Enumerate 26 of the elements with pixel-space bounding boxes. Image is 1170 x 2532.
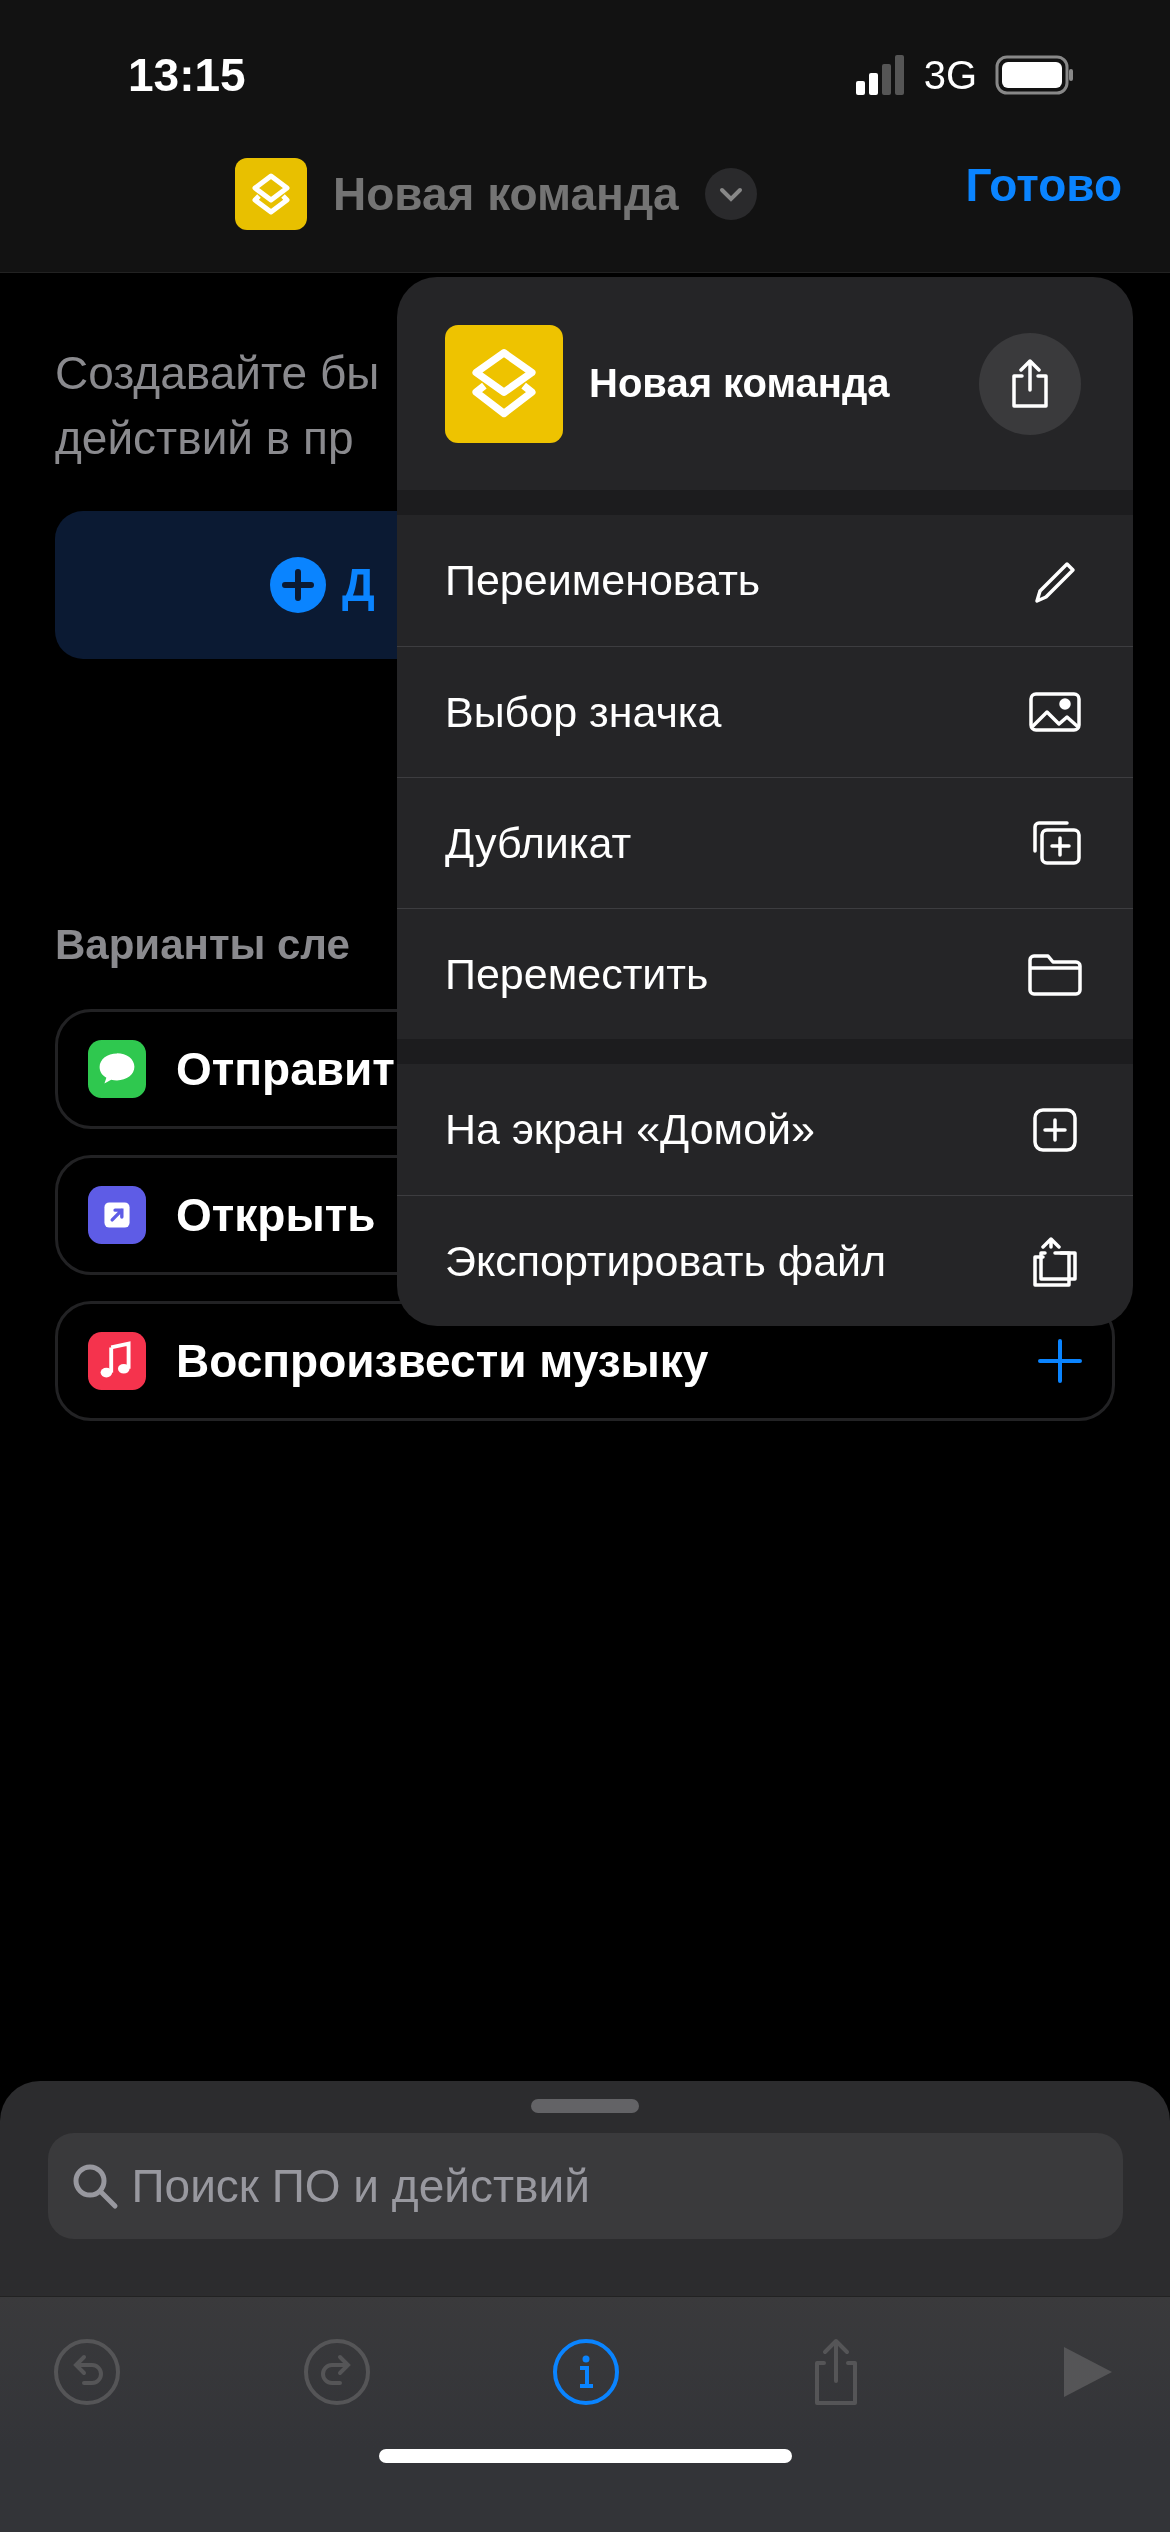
description-text: Создавайте бы [55,346,380,401]
done-button[interactable]: Готово [965,158,1122,212]
sheet-handle[interactable] [531,2099,639,2113]
network-label: 3G [923,52,977,98]
info-icon[interactable] [551,2337,621,2407]
nav-title[interactable]: Новая команда [333,166,679,221]
shortcuts-app-icon [445,324,563,443]
section-header: Варианты сле [55,921,350,969]
plus-circle-icon [270,557,326,613]
menu-item[interactable]: Дубликат [397,777,1133,908]
signal-icon [855,55,906,95]
menu-item[interactable]: Выбор значка [397,646,1133,777]
suggestion-label: Отправит [176,1042,395,1096]
menu-item[interactable]: Экспортировать файл [397,1195,1133,1326]
chevron-down-icon[interactable] [704,167,757,220]
menu-item[interactable]: Переименовать [397,515,1133,646]
suggestion-label: Воспроизвести музыку [176,1334,709,1388]
description-text: действий в пр [55,411,354,466]
plus-icon[interactable] [1038,1339,1082,1383]
battery-icon [995,55,1075,95]
search-field[interactable]: Поиск ПО и действий [47,2133,1123,2239]
menu-title: Новая команда [589,361,890,406]
shortcuts-app-icon[interactable] [235,157,307,230]
menu-item[interactable]: На экран «Домой» [397,1064,1133,1195]
suggestion-label: Открыть [176,1188,376,1242]
status-time: 13:15 [128,48,246,102]
